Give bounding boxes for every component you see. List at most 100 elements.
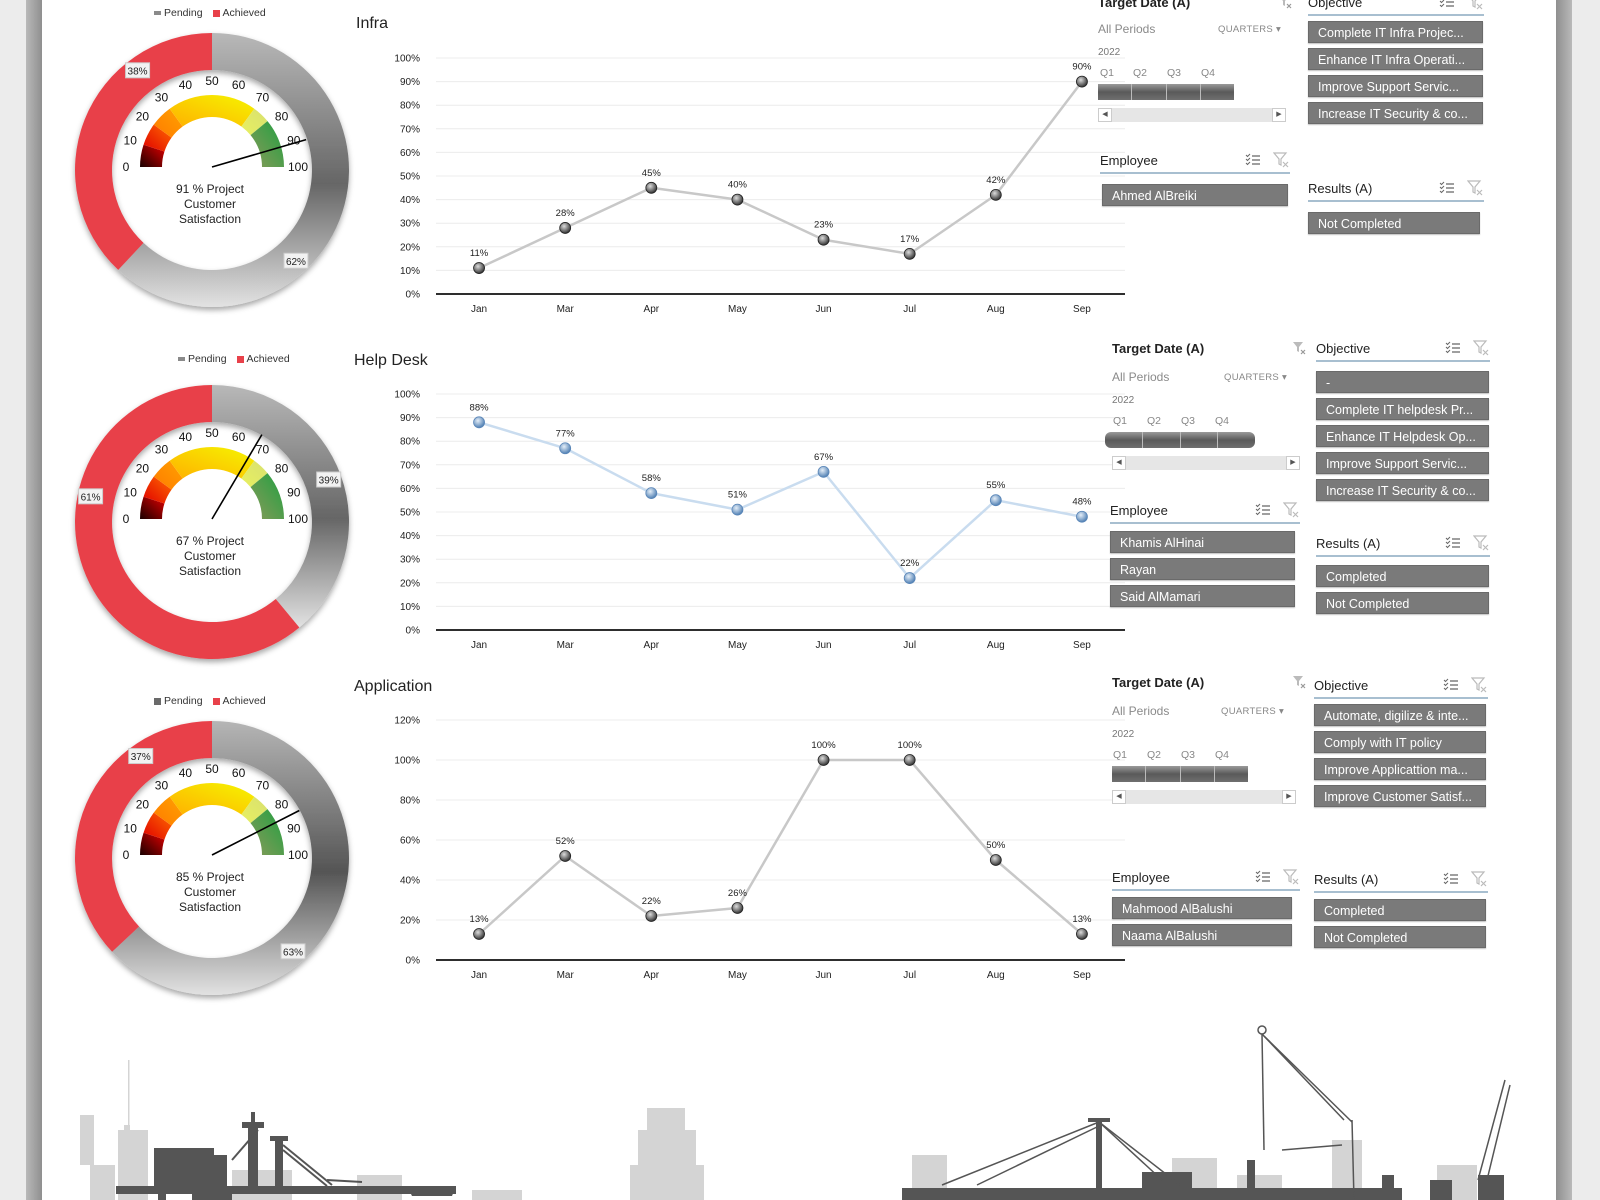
quarters-dropdown[interactable]: QUARTERS ▾: [1218, 24, 1281, 35]
objective-slicer-item[interactable]: -: [1316, 371, 1489, 393]
objective-slicer-item[interactable]: Enhance IT Helpdesk Op...: [1316, 425, 1489, 447]
multi-select-icon[interactable]: [1254, 869, 1272, 885]
x-tick-label: Jul: [903, 304, 916, 315]
legend-pending-label: Pending: [188, 353, 227, 365]
timeline-scrollbar[interactable]: [1112, 456, 1298, 470]
x-tick-label: Jan: [471, 640, 487, 651]
y-tick-label: 40%: [400, 531, 420, 542]
multi-select-icon[interactable]: [1444, 535, 1462, 551]
timeline-q4[interactable]: Q4: [1201, 67, 1215, 79]
scroll-left-icon[interactable]: ◀: [1112, 790, 1126, 804]
multi-select-icon[interactable]: [1442, 871, 1460, 887]
objective-slicer-item[interactable]: Improve Support Servic...: [1316, 452, 1489, 474]
multi-select-icon[interactable]: [1438, 180, 1456, 196]
data-label: 23%: [814, 220, 834, 231]
y-tick-label: 80%: [400, 437, 420, 448]
clear-filter-icon[interactable]: [1472, 340, 1490, 356]
timeline-q2[interactable]: Q2: [1133, 67, 1147, 79]
objective-slicer-item[interactable]: Complete IT Infra Projec...: [1308, 21, 1483, 43]
clear-filter-icon[interactable]: [1272, 152, 1290, 168]
gauge-caption: Customer: [184, 549, 236, 563]
timeline-q3[interactable]: Q3: [1181, 749, 1195, 761]
clear-filter-icon[interactable]: [1282, 869, 1300, 885]
timeline-q3[interactable]: Q3: [1167, 67, 1181, 79]
timeline-selection-bar[interactable]: [1112, 766, 1248, 782]
timeline-scrollbar[interactable]: [1098, 108, 1284, 122]
quarters-dropdown[interactable]: QUARTERS ▾: [1221, 706, 1284, 717]
multi-select-icon[interactable]: [1244, 152, 1262, 168]
timeline-q2[interactable]: Q2: [1147, 415, 1161, 427]
employee-slicer-item[interactable]: Ahmed AlBreiki: [1102, 184, 1288, 206]
timeline-selection-bar[interactable]: [1105, 432, 1255, 448]
data-point: [559, 850, 572, 862]
timeline-q2[interactable]: Q2: [1147, 749, 1161, 761]
objective-slicer-item[interactable]: Comply with IT policy: [1314, 731, 1486, 753]
objective-slicer-item[interactable]: Complete IT helpdesk Pr...: [1316, 398, 1489, 420]
gauge-tick-label: 80: [275, 461, 289, 475]
objective-slicer-item[interactable]: Enhance IT Infra Operati...: [1308, 48, 1483, 70]
data-label: 90%: [1072, 62, 1092, 73]
results-slicer-item[interactable]: Not Completed: [1314, 926, 1486, 948]
clear-filter-icon[interactable]: [1466, 0, 1484, 10]
results-slicer-item[interactable]: Completed: [1314, 899, 1486, 921]
timeline-q4[interactable]: Q4: [1215, 415, 1229, 427]
clear-filter-icon[interactable]: [1470, 677, 1488, 693]
clear-filter-icon[interactable]: [1470, 871, 1488, 887]
gauge-tick-label: 50: [205, 426, 219, 440]
objective-slicer-item[interactable]: Automate, digilize & inte...: [1314, 704, 1486, 726]
timeline-q1[interactable]: Q1: [1113, 415, 1127, 427]
clear-filter-icon[interactable]: [1472, 535, 1490, 551]
multi-select-icon[interactable]: [1442, 677, 1460, 693]
scroll-left-icon[interactable]: ◀: [1112, 456, 1126, 470]
multi-select-icon[interactable]: [1444, 340, 1462, 356]
gauge-caption: 91 % Project: [176, 182, 245, 196]
gauge-caption: Satisfaction: [179, 212, 241, 226]
gauge-tick-label: 20: [136, 797, 150, 811]
timeline-scrollbar[interactable]: [1112, 790, 1294, 804]
y-tick-label: 50%: [400, 508, 420, 519]
objective-slicer-item[interactable]: Increase IT Security & co...: [1316, 479, 1489, 501]
clear-filter-icon[interactable]: [1282, 502, 1300, 518]
multi-select-icon[interactable]: [1438, 0, 1456, 10]
objective-slicer-item[interactable]: Increase IT Security & co...: [1308, 102, 1483, 124]
dashboard-sheet: Pending Achieved 62% 38% 0 10 20 30 40 50 60 70 80…: [42, 0, 1556, 1200]
gauge-tick-label: 60: [232, 766, 246, 780]
clear-filter-icon[interactable]: [1276, 0, 1294, 10]
scroll-right-icon[interactable]: ▶: [1282, 790, 1296, 804]
timeline-q3[interactable]: Q3: [1181, 415, 1195, 427]
donut-legend: Pending Achieved: [154, 7, 266, 19]
employee-slicer-item[interactable]: Khamis AlHinai: [1110, 531, 1295, 553]
results-slicer-item[interactable]: Completed: [1316, 565, 1489, 587]
gauge-tick-label: 40: [179, 430, 193, 444]
multi-select-icon[interactable]: [1254, 502, 1272, 518]
data-point: [817, 233, 830, 246]
clear-filter-icon[interactable]: [1290, 340, 1308, 356]
scroll-right-icon[interactable]: ▶: [1272, 108, 1286, 122]
granularity-value: QUARTERS: [1218, 24, 1274, 35]
objective-slicer-item[interactable]: Improve Applicattion ma...: [1314, 758, 1486, 780]
timeline-selection-bar[interactable]: [1098, 84, 1234, 100]
timeline-q1[interactable]: Q1: [1100, 67, 1114, 79]
gauge-tick-label: 100: [288, 160, 308, 174]
clear-filter-icon[interactable]: [1466, 180, 1484, 196]
employee-slicer-item[interactable]: Naama AlBalushi: [1112, 924, 1292, 946]
objective-slicer-item[interactable]: Improve Support Servic...: [1308, 75, 1483, 97]
objective-slicer-item[interactable]: Improve Customer Satisf...: [1314, 785, 1486, 807]
results-slicer-item[interactable]: Not Completed: [1316, 592, 1489, 614]
results-slicer-item[interactable]: Not Completed: [1308, 212, 1480, 234]
gauge-tick-label: 30: [155, 778, 169, 792]
y-tick-label: 100%: [394, 54, 420, 65]
data-point: [473, 416, 485, 429]
quarters-dropdown[interactable]: QUARTERS ▾: [1224, 372, 1287, 383]
timeline-q4[interactable]: Q4: [1215, 749, 1229, 761]
y-tick-label: 0%: [406, 626, 421, 637]
scroll-right-icon[interactable]: ▶: [1286, 456, 1300, 470]
employee-slicer-item[interactable]: Mahmood AlBalushi: [1112, 897, 1292, 919]
employee-slicer-item[interactable]: Rayan: [1110, 558, 1295, 580]
timeline-q1[interactable]: Q1: [1113, 749, 1127, 761]
employee-slicer-item[interactable]: Said AlMamari: [1110, 585, 1295, 607]
clear-filter-icon[interactable]: [1290, 674, 1308, 690]
scroll-left-icon[interactable]: ◀: [1098, 108, 1112, 122]
svg-text:37%: 37%: [131, 752, 151, 763]
gauge-caption: Customer: [184, 197, 236, 211]
